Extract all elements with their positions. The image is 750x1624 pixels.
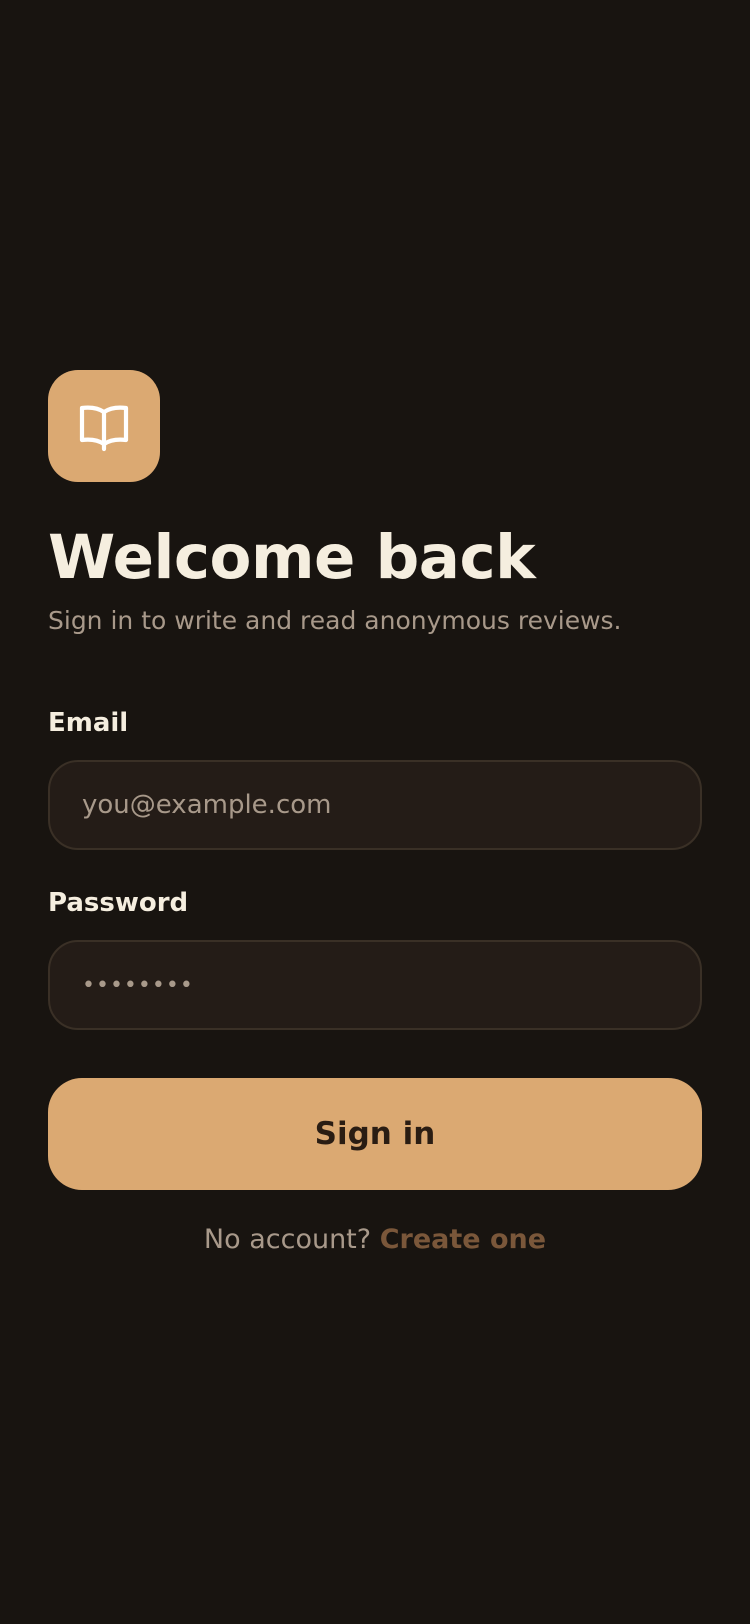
sign-in-button[interactable]: Sign in	[48, 1078, 702, 1190]
signup-prompt: No account? Create one	[48, 1220, 702, 1260]
email-field[interactable]	[48, 760, 702, 850]
password-field[interactable]	[48, 940, 702, 1030]
signup-prompt-text: No account?	[203, 1224, 372, 1255]
create-account-link[interactable]: Create one	[380, 1224, 546, 1255]
login-screen: Welcome back Sign in to write and read a…	[48, 370, 702, 1260]
open-book-icon	[79, 405, 129, 452]
app-logo	[48, 370, 160, 482]
password-label: Password	[48, 888, 189, 918]
email-label: Email	[48, 708, 129, 738]
page-title: Welcome back	[48, 522, 536, 593]
page-subtitle: Sign in to write and read anonymous revi…	[48, 606, 622, 635]
